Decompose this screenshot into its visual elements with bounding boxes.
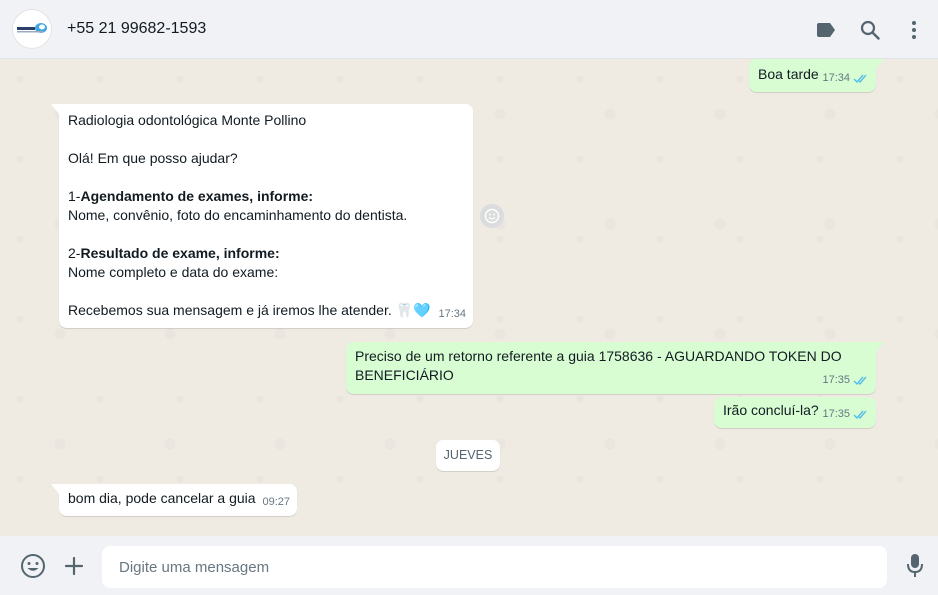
message-text: Preciso de um retorno referente a guia 1… xyxy=(355,348,842,383)
message-line: Radiologia odontológica Monte Pollino xyxy=(68,112,307,128)
list-number: 1- xyxy=(68,188,81,204)
attach-plus-icon[interactable] xyxy=(61,553,87,579)
message-line xyxy=(68,168,464,187)
incoming-message[interactable]: Radiologia odontológica Monte Pollino Ol… xyxy=(51,104,473,328)
composer-bar xyxy=(0,536,938,595)
contact-name[interactable]: +55 21 99682-1593 xyxy=(67,20,206,38)
header-actions xyxy=(794,0,926,59)
read-ticks-icon xyxy=(853,376,867,386)
message-meta: 17:34 xyxy=(822,69,869,88)
bold-heading: Agendamento de exames, informe: xyxy=(80,188,314,204)
message-meta: 17:34 xyxy=(438,305,466,324)
message-text: Irão concluí-la? xyxy=(723,402,819,418)
outgoing-message[interactable]: Irão concluí-la? 17:35 xyxy=(714,397,876,428)
message-meta: 17:35 xyxy=(822,371,869,390)
message-time: 17:34 xyxy=(438,308,466,320)
message-text: bom dia, pode cancelar a guia xyxy=(68,490,256,506)
message-line xyxy=(68,282,464,301)
bold-heading: Resultado de exame, informe: xyxy=(80,245,280,261)
message-meta: 09:27 xyxy=(262,493,290,512)
outgoing-message[interactable]: Preciso de um retorno referente a guia 1… xyxy=(346,342,884,394)
read-ticks-icon xyxy=(853,74,867,84)
message-line xyxy=(68,130,464,149)
message-line: Nome, convênio, foto do encaminhamento d… xyxy=(68,207,408,223)
message-line: Recebemos sua mensagem e já iremos lhe a… xyxy=(68,302,431,318)
read-ticks-icon xyxy=(853,410,867,420)
message-line: 2-Resultado de exame, informe: xyxy=(68,244,464,263)
message-time: 17:35 xyxy=(822,374,850,386)
date-separator: JUEVES xyxy=(436,440,500,471)
message-input[interactable] xyxy=(102,546,887,588)
label-icon[interactable] xyxy=(814,18,838,42)
menu-icon[interactable] xyxy=(902,18,926,42)
message-line: Olá! Em que posso ajudar? xyxy=(68,150,238,166)
message-text: Boa tarde xyxy=(758,66,819,82)
microphone-icon[interactable] xyxy=(902,553,928,579)
message-line: 1-Agendamento de exames, informe: xyxy=(68,187,464,206)
list-number: 2- xyxy=(68,245,81,261)
search-icon[interactable] xyxy=(858,18,882,42)
clinic-logo-icon xyxy=(17,23,47,33)
message-time: 09:27 xyxy=(262,496,290,508)
chat-header: +55 21 99682-1593 xyxy=(0,0,938,59)
incoming-message[interactable]: bom dia, pode cancelar a guia 09:27 xyxy=(51,484,297,516)
outgoing-message[interactable]: Boa tarde 17:34 xyxy=(749,59,884,92)
message-meta: 17:35 xyxy=(822,405,869,424)
emoji-react-icon xyxy=(484,208,500,224)
message-list[interactable]: Boa tarde 17:34 Radiologia odontológica … xyxy=(0,59,938,536)
message-line xyxy=(68,225,464,244)
emoji-icon[interactable] xyxy=(20,553,46,579)
message-time: 17:35 xyxy=(822,408,850,420)
message-line: Nome completo e data do exame: xyxy=(68,264,279,280)
reaction-button[interactable] xyxy=(480,204,504,228)
contact-avatar[interactable] xyxy=(12,9,52,49)
message-time: 17:34 xyxy=(822,72,850,84)
